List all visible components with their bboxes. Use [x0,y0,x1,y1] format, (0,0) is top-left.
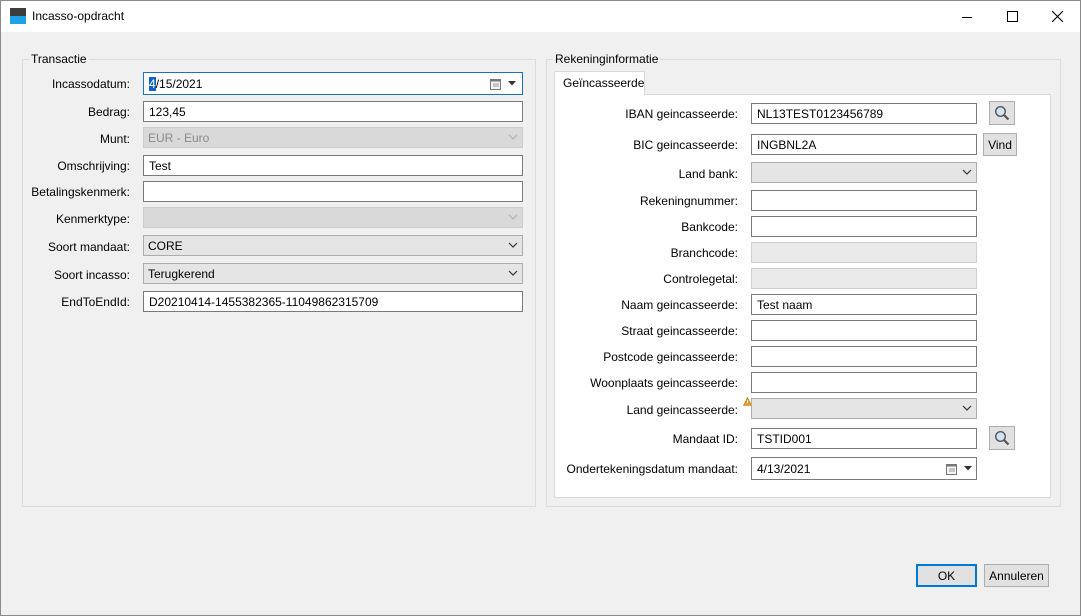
close-icon [1051,11,1063,22]
chevron-down-icon [508,242,518,248]
betalingskenmerk-input[interactable] [143,181,523,202]
straat-input[interactable] [751,320,977,341]
controlegetal-input[interactable] [751,268,977,289]
kenmerktype-label: Kenmerktype: [55,212,130,226]
bankcode-label: Bankcode: [681,220,738,234]
kenmerktype-select[interactable] [143,207,523,228]
ok-button[interactable]: OK [916,564,977,587]
controlegetal-label: Controlegetal: [663,272,738,286]
minimize-button[interactable] [944,1,990,32]
minimize-icon [962,16,972,18]
chevron-down-icon [962,169,972,175]
iban-input[interactable]: NL13TEST0123456789 [751,103,977,124]
land-bank-select[interactable] [751,162,977,183]
iban-label: IBAN geincasseerde: [625,107,738,121]
tab-geincasseerde[interactable]: Geïncasseerde [554,71,645,95]
soort-incasso-select[interactable]: Terugkerend [143,263,523,284]
chevron-down-icon [508,134,518,140]
annuleren-button[interactable]: Annuleren [984,564,1049,587]
endtoendid-label: EndToEndId: [61,295,130,309]
vind-bic-button[interactable]: Vind [983,133,1017,156]
soort-mandaat-value: CORE [148,239,183,253]
calendar-icon[interactable] [490,78,502,90]
dropdown-arrow-icon[interactable] [964,466,972,471]
munt-label: Munt: [99,132,130,146]
maximize-button[interactable] [989,1,1035,32]
bic-label: BIC geincasseerde: [633,138,738,152]
chevron-down-icon [962,405,972,411]
land-geincasseerde-select[interactable] [751,398,977,419]
chevron-down-icon [508,214,518,220]
betalingskenmerk-label: Betalingskenmerk: [31,185,130,199]
woonplaats-label: Woonplaats geincasseerde: [590,376,738,390]
land-geincasseerde-label: Land geincasseerde: [626,403,738,417]
bic-input[interactable]: INGBNL2A [751,134,977,155]
bankcode-input[interactable] [751,216,977,237]
rekeningnummer-input[interactable] [751,190,977,211]
app-icon [10,8,26,24]
maximize-icon [1006,11,1018,22]
incassodatum-value: /15/2021 [155,77,203,91]
land-bank-label: Land bank: [678,167,738,181]
incassodatum-label: Incassodatum: [51,77,130,91]
soort-incasso-value: Terugkerend [148,267,215,281]
branchcode-input[interactable] [751,242,977,263]
dropdown-arrow-icon[interactable] [508,81,516,86]
mandaat-id-input[interactable]: TSTID001 [751,428,977,449]
omschrijving-label: Omschrijving: [57,159,130,173]
mandaat-search-button[interactable] [989,426,1015,450]
search-icon [994,430,1010,446]
munt-value: EUR - Euro [148,131,210,145]
omschrijving-input[interactable]: Test [143,155,523,176]
munt-select[interactable]: EUR - Euro [143,127,523,148]
straat-label: Straat geincasseerde: [621,324,738,338]
soort-mandaat-label: Soort mandaat: [47,240,130,254]
iban-search-button[interactable] [989,101,1015,125]
naam-label: Naam geincasseerde: [621,298,738,312]
transactie-group-title: Transactie [29,52,89,66]
dialog-window: Incasso-opdracht Transactie Incassodatum… [0,0,1081,616]
mandaat-id-label: Mandaat ID: [672,432,738,446]
soort-incasso-label: Soort incasso: [53,268,130,282]
postcode-label: Postcode geincasseerde: [603,350,738,364]
incassodatum-date-picker[interactable]: 4/15/2021 [143,72,523,95]
ondertekeningsdatum-date-picker[interactable]: 4/13/2021 [751,457,977,480]
ondertekeningsdatum-label: Ondertekeningsdatum mandaat: [566,462,738,476]
search-icon [994,105,1010,121]
endtoendid-input[interactable]: D20210414-1455382365-11049862315709 [143,291,523,312]
rekeninginformatie-group-title: Rekeninginformatie [553,52,661,66]
title-bar[interactable]: Incasso-opdracht [1,1,1080,32]
postcode-input[interactable] [751,346,977,367]
calendar-icon[interactable] [946,463,958,475]
ondertekeningsdatum-value: 4/13/2021 [757,462,811,476]
soort-mandaat-select[interactable]: CORE [143,235,523,256]
rekeningnummer-label: Rekeningnummer: [639,194,738,208]
naam-input[interactable]: Test naam [751,294,977,315]
window-title: Incasso-opdracht [32,9,125,23]
chevron-down-icon [508,270,518,276]
close-window-button[interactable] [1034,1,1080,32]
incassodatum-selected-part: 4 [149,77,156,91]
branchcode-label: Branchcode: [670,246,738,260]
bedrag-input[interactable]: 123,45 [143,101,523,122]
woonplaats-input[interactable] [751,372,977,393]
bedrag-label: Bedrag: [87,105,130,119]
